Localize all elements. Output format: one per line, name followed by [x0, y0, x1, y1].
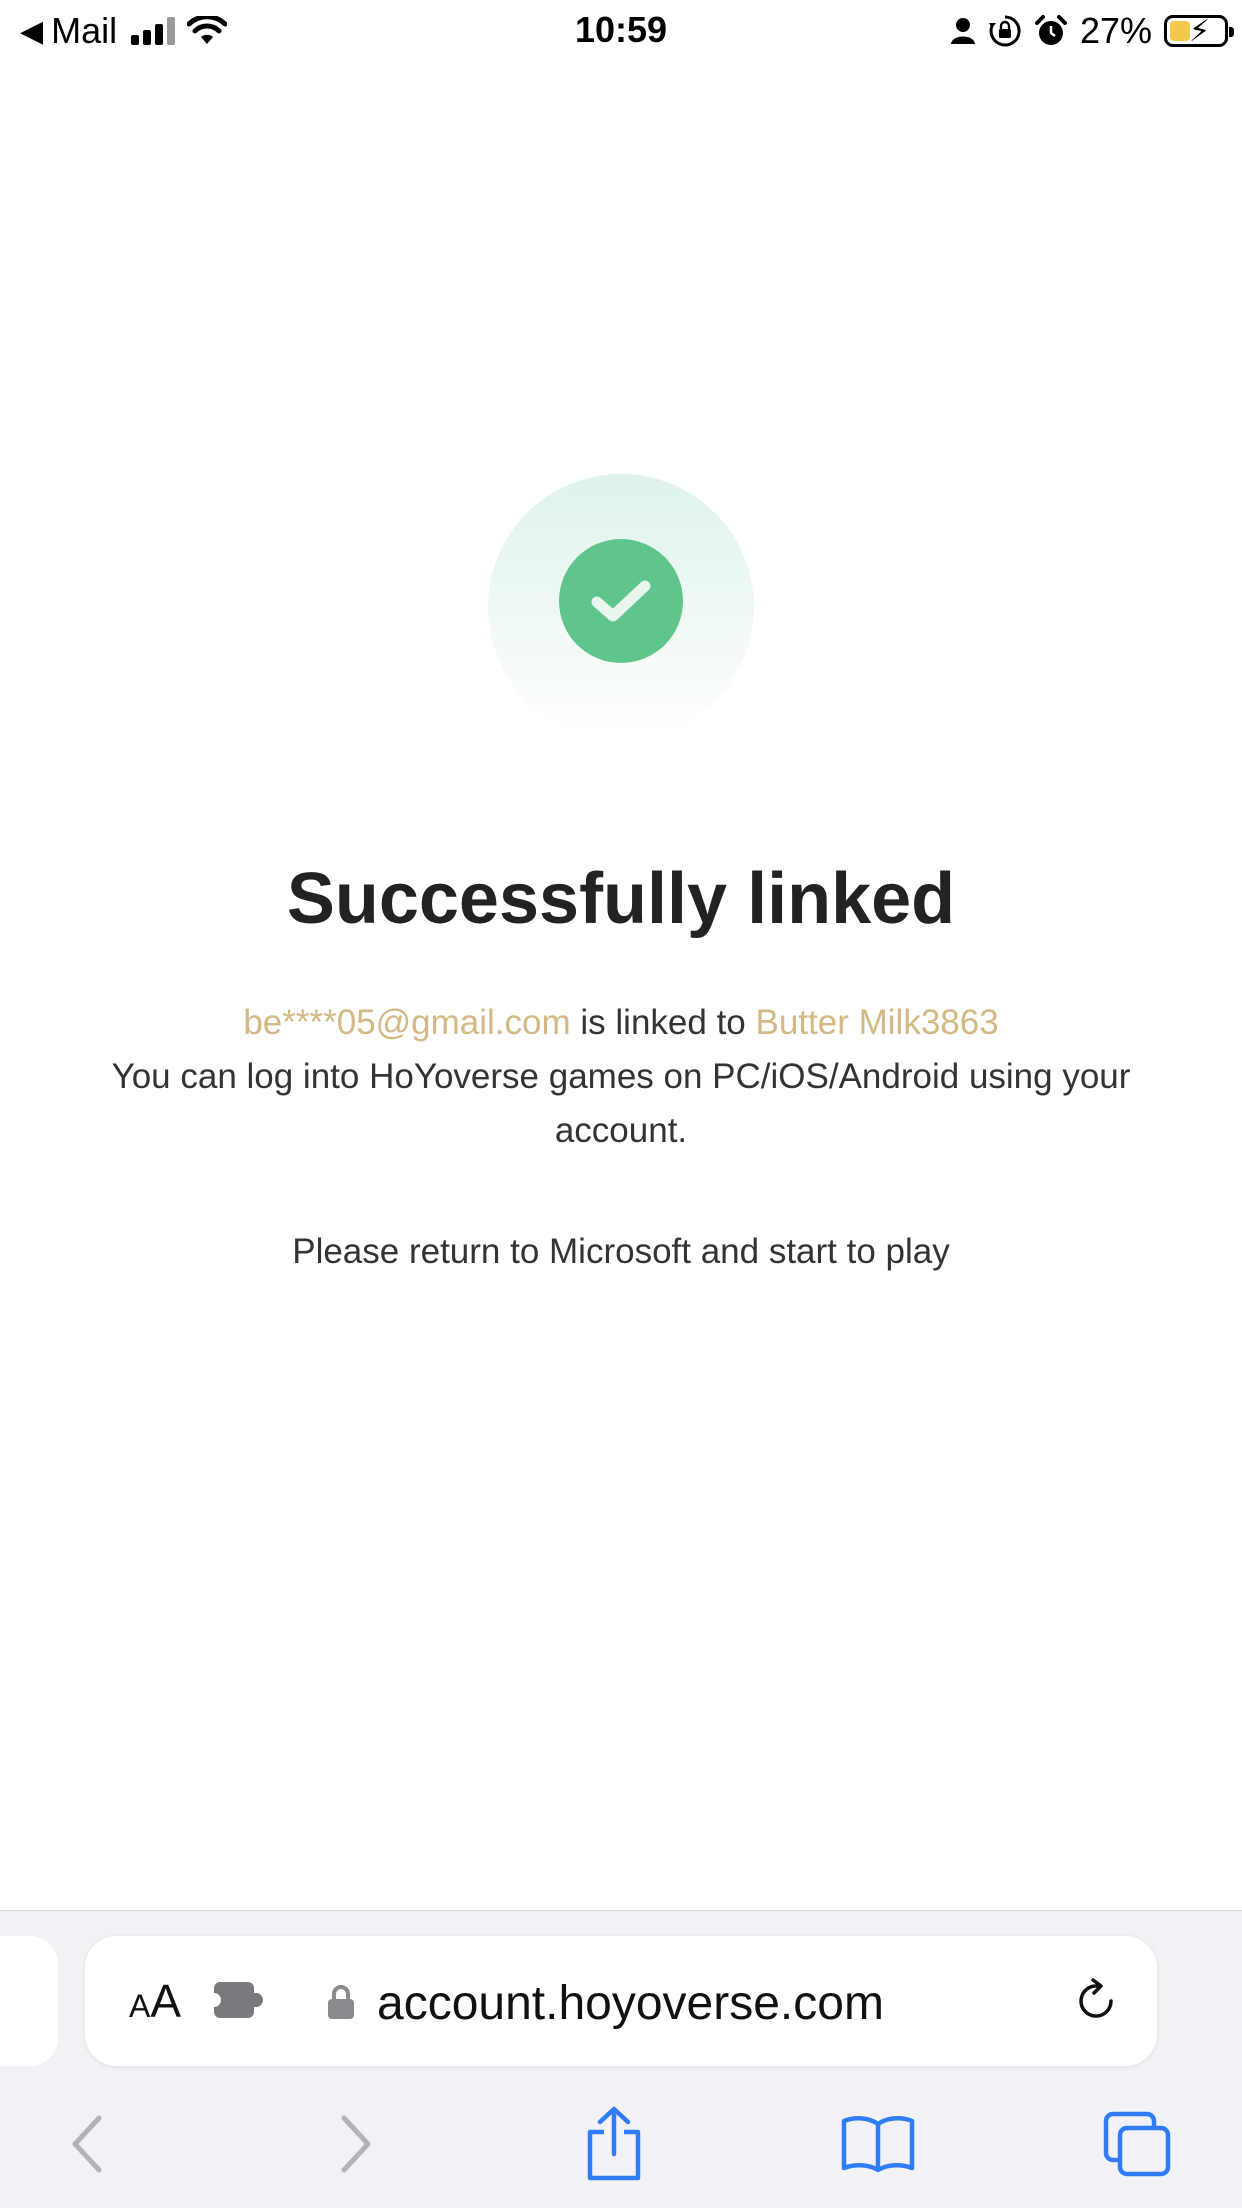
- checkmark-icon: [591, 580, 651, 622]
- browser-toolbar: [0, 2094, 1242, 2194]
- page-title: Successfully linked: [286, 859, 956, 939]
- bookmarks-button[interactable]: [838, 2094, 918, 2194]
- tabs-icon: [1103, 2111, 1171, 2177]
- text-size-button[interactable]: AA: [129, 1974, 181, 2028]
- share-icon: [587, 2106, 641, 2181]
- address-bar[interactable]: AA account.hoyoverse.com: [85, 1936, 1157, 2066]
- login-info-text: You can log into HoYoverse games on PC/i…: [111, 1057, 1131, 1150]
- linked-account-name: Butter Milk3863: [755, 1003, 999, 1042]
- linked-to-text: is linked to: [580, 1003, 746, 1042]
- battery-percent: 27%: [1079, 10, 1152, 51]
- screen: ◀ Mail 10:59 27% ⚡ Successfully linked b…: [0, 0, 1242, 2208]
- reload-icon[interactable]: [1073, 1978, 1119, 2024]
- tabs-button[interactable]: [1098, 2094, 1178, 2194]
- previous-tab-preview[interactable]: [0, 1936, 58, 2066]
- return-instruction: Please return to Microsoft and start to …: [292, 1232, 950, 1271]
- success-badge: [559, 539, 683, 663]
- lock-icon: [328, 1985, 354, 2019]
- linked-email: be****05@gmail.com: [243, 1003, 571, 1042]
- battery-icon: ⚡: [1164, 15, 1234, 48]
- orientation-lock-icon: [988, 15, 1021, 47]
- book-icon: [841, 2116, 915, 2173]
- share-button[interactable]: [574, 2094, 654, 2194]
- back-button[interactable]: [47, 2094, 127, 2194]
- chevron-right-icon: [341, 2115, 371, 2173]
- status-bar: ◀ Mail 10:59 27% ⚡: [0, 0, 1242, 62]
- chevron-left-icon: [72, 2115, 102, 2173]
- extension-icon[interactable]: [213, 1980, 265, 2020]
- alarm-icon: [1034, 15, 1067, 45]
- link-description: be****05@gmail.com is linked to Butter M…: [90, 996, 1152, 1158]
- url-text: account.hoyoverse.com: [377, 1977, 884, 2030]
- person-icon: [950, 18, 975, 44]
- forward-button[interactable]: [316, 2094, 396, 2194]
